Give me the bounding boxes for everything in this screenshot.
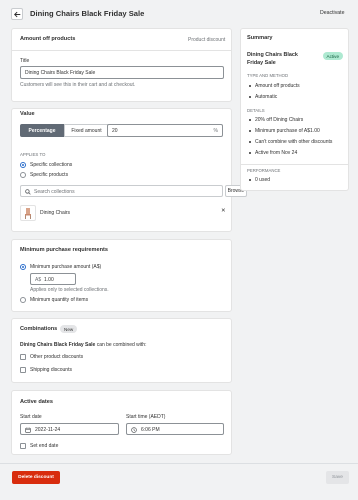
collection-thumbnail bbox=[20, 205, 36, 221]
details-heading: DETAILS bbox=[247, 108, 265, 113]
radio-minimum-amount[interactable] bbox=[20, 264, 26, 270]
bullet bbox=[249, 130, 251, 132]
start-time-label: Start time (AEDT) bbox=[126, 414, 166, 420]
checkbox-shipping-discounts[interactable] bbox=[20, 367, 26, 373]
calendar-icon bbox=[25, 427, 31, 433]
amount-off-card: Amount off products Product discount Tit… bbox=[11, 28, 232, 102]
start-time-input[interactable]: 6:06 PM bbox=[126, 423, 224, 435]
collection-name: Dining Chairs bbox=[40, 210, 71, 216]
checkbox-label-set-end-date: Set end date bbox=[30, 443, 59, 449]
search-icon bbox=[25, 189, 31, 195]
new-badge: New bbox=[60, 325, 78, 333]
radio-minimum-quantity[interactable] bbox=[20, 297, 26, 303]
value-card: Value Percentage Fixed amount 20 % APPLI… bbox=[11, 108, 247, 232]
combinations-description: Dining Chairs Black Friday Sale can be c… bbox=[20, 342, 147, 348]
radio-specific-collections[interactable] bbox=[20, 162, 26, 168]
page-title: Dining Chairs Black Friday Sale bbox=[30, 9, 145, 18]
chair-icon bbox=[25, 208, 31, 219]
bullet bbox=[249, 141, 251, 143]
minimum-amount-input[interactable]: A$ 1.00 bbox=[30, 273, 76, 285]
segment-fixed-amount[interactable]: Fixed amount bbox=[64, 124, 109, 137]
summary-item: Active from Nov 24 bbox=[255, 150, 298, 156]
bullet bbox=[249, 119, 251, 121]
summary-item: 0 used bbox=[255, 177, 271, 183]
checkbox-label-shipping-discounts: Shipping discounts bbox=[30, 367, 72, 373]
summary-item: Automatic bbox=[255, 94, 278, 100]
bullet bbox=[249, 85, 251, 87]
card-heading: Combinations bbox=[20, 326, 58, 332]
radio-label-products: Specific products bbox=[30, 172, 69, 178]
arrow-left-icon bbox=[13, 11, 20, 17]
discount-value-input[interactable]: 20 % bbox=[107, 124, 223, 137]
checkbox-product-discounts[interactable] bbox=[20, 354, 26, 360]
card-heading: Active dates bbox=[20, 399, 53, 405]
card-heading: Amount off products bbox=[20, 36, 76, 42]
back-button[interactable] bbox=[11, 8, 23, 20]
card-heading: Minimum purchase requirements bbox=[20, 247, 108, 253]
delete-discount-button[interactable]: Delete discount bbox=[12, 471, 60, 484]
remove-collection-icon[interactable]: ✕ bbox=[221, 208, 226, 215]
summary-discount-name: Dining Chairs Black Friday Sale bbox=[247, 52, 298, 67]
summary-item: 20% off Dining Chairs bbox=[255, 117, 304, 123]
segment-percentage[interactable]: Percentage bbox=[20, 124, 64, 137]
divider bbox=[12, 50, 231, 51]
bullet bbox=[249, 152, 251, 154]
summary-card: Summary Dining Chairs Black Friday Sale … bbox=[240, 28, 349, 191]
clock-icon bbox=[131, 427, 137, 433]
radio-label-collections: Specific collections bbox=[30, 162, 73, 168]
search-collections-input[interactable]: Search collections bbox=[20, 185, 223, 197]
checkbox-label-product-discounts: Other product discounts bbox=[30, 354, 84, 360]
summary-heading: Summary bbox=[247, 35, 273, 41]
summary-item: Can't combine with other discounts bbox=[255, 139, 333, 145]
card-heading: Value bbox=[20, 111, 35, 117]
start-date-label: Start date bbox=[20, 414, 42, 420]
status-badge: Active bbox=[323, 52, 343, 60]
bullet bbox=[249, 179, 251, 181]
deactivate-button[interactable]: Deactivate bbox=[320, 10, 345, 16]
footer-divider bbox=[0, 463, 358, 464]
save-button[interactable]: Save bbox=[326, 471, 349, 484]
title-help-text: Customers will see this in their cart an… bbox=[20, 82, 136, 88]
performance-heading: PERFORMANCE bbox=[247, 168, 281, 173]
title-label: Title bbox=[20, 58, 30, 64]
divider bbox=[241, 164, 348, 165]
discount-type-label: Product discount bbox=[188, 37, 226, 43]
combinations-card: Combinations New Dining Chairs Black Fri… bbox=[11, 318, 232, 383]
checkbox-set-end-date[interactable] bbox=[20, 443, 26, 449]
start-date-input[interactable]: 2022-11-24 bbox=[20, 423, 119, 435]
radio-specific-products[interactable] bbox=[20, 172, 26, 178]
radio-label-minimum-quantity: Minimum quantity of items bbox=[30, 297, 89, 303]
type-method-heading: TYPE AND METHOD bbox=[247, 73, 289, 78]
summary-item: Amount off products bbox=[255, 83, 300, 89]
minimum-amount-help: Applies only to selected collections. bbox=[30, 287, 109, 293]
title-input[interactable]: Dining Chairs Black Friday Sale bbox=[20, 66, 224, 79]
summary-item: Minimum purchase of A$1.00 bbox=[255, 128, 320, 134]
active-dates-card: Active dates Start date 2022-11-24 Start… bbox=[11, 390, 232, 455]
minimum-requirements-card: Minimum purchase requirements Minimum pu… bbox=[11, 239, 232, 312]
radio-label-minimum-amount: Minimum purchase amount (A$) bbox=[30, 264, 102, 270]
bullet bbox=[249, 96, 251, 98]
applies-to-label: APPLIES TO bbox=[20, 152, 46, 157]
